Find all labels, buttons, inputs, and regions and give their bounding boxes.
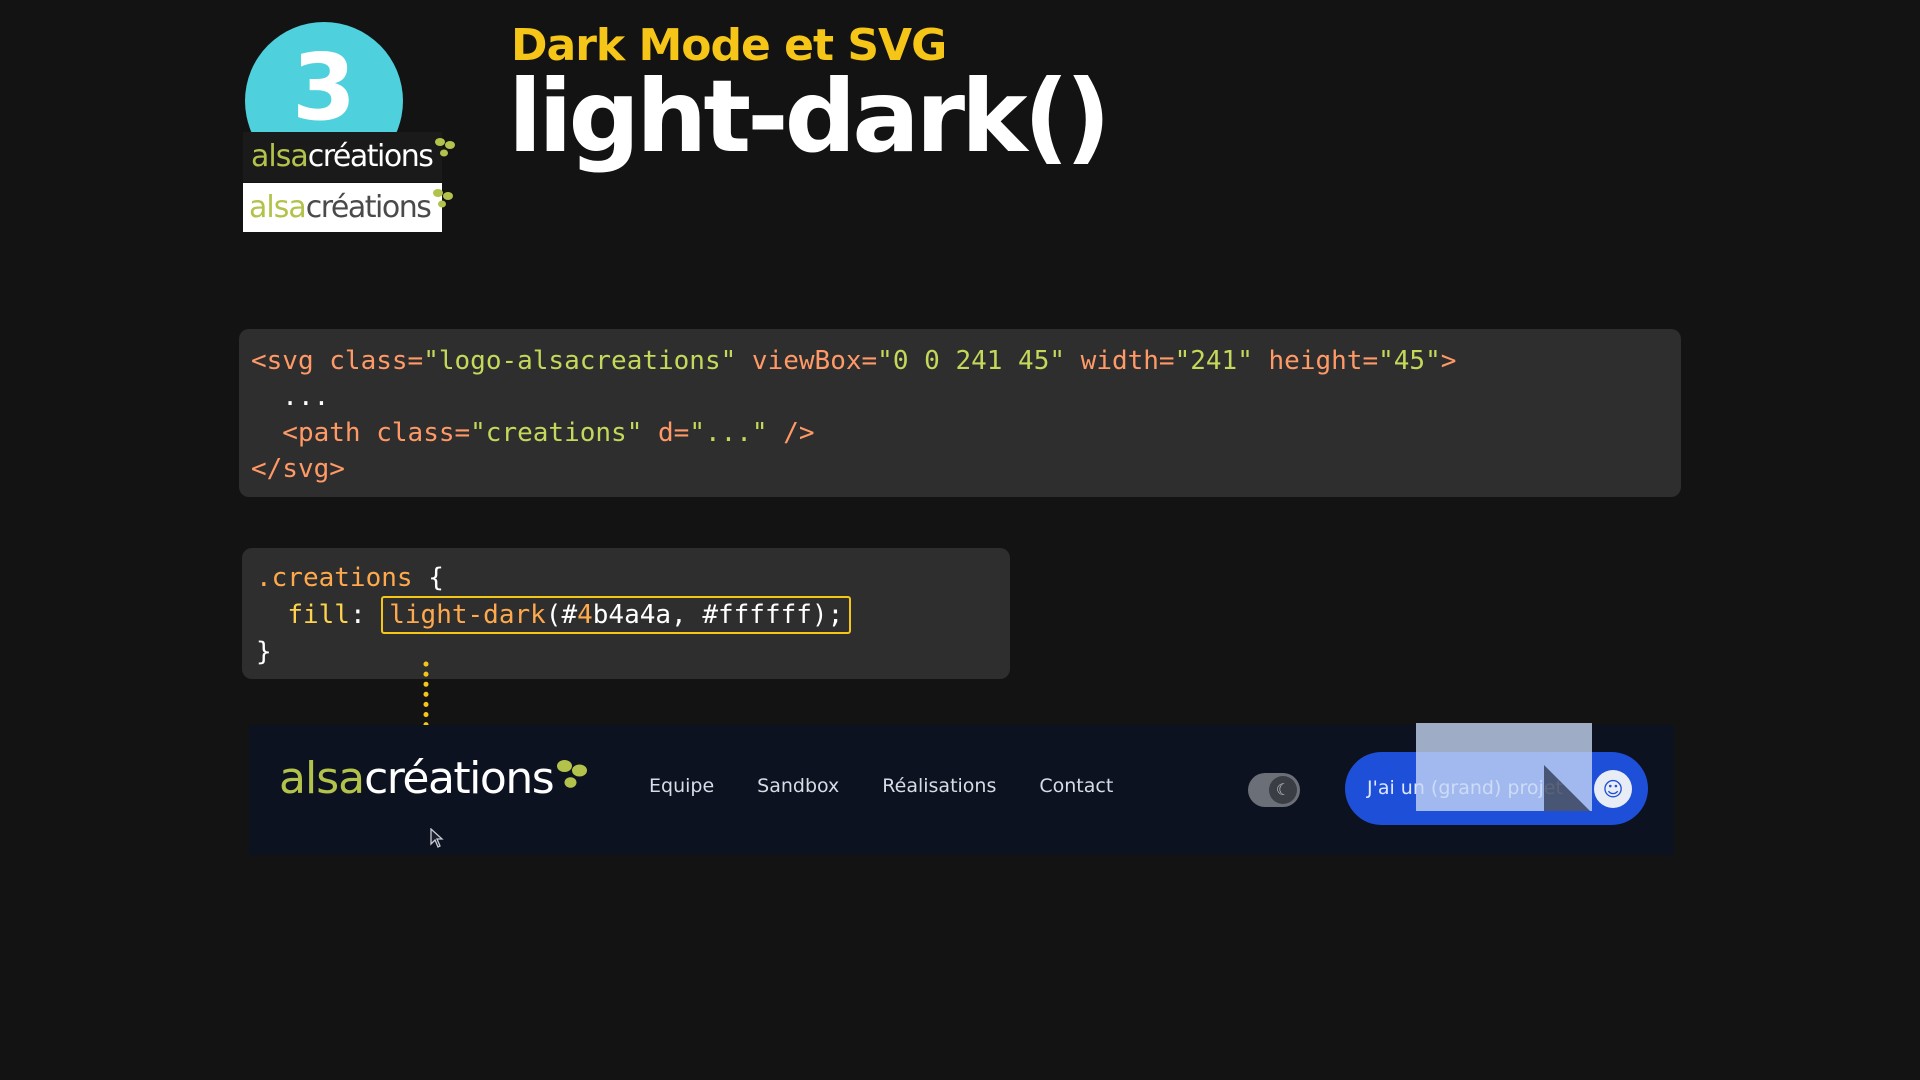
code-token: class= <box>360 418 471 448</box>
mouse-cursor-icon <box>430 828 444 848</box>
nav-item-sandbox[interactable]: Sandbox <box>757 775 839 797</box>
code-token: "logo-alsacreations" <box>423 346 737 376</box>
code-token: (# <box>545 600 578 630</box>
svg-code-block: <svg class="logo-alsacreations" viewBox=… <box>239 329 1681 497</box>
logo-creations-text: créations <box>305 190 432 225</box>
dark-mode-toggle[interactable]: ☾ <box>1248 773 1300 807</box>
code-token: height= <box>1252 346 1379 376</box>
website-header-preview: alsacréations Equipe Sandbox Réalisation… <box>249 723 1674 855</box>
code-token: 4 <box>577 600 593 630</box>
logo-creations-text: créations <box>364 753 555 804</box>
smile-icon: ☺ <box>1594 770 1632 808</box>
code-token: b4a4a, #ffffff); <box>592 600 844 630</box>
css-code-block: .creations { fill: light-dark(#4b4a4a, #… <box>242 548 1010 679</box>
code-token: } <box>256 637 272 667</box>
nav-item-contact[interactable]: Contact <box>1039 775 1113 797</box>
logo-light-variant: alsacréations <box>243 183 454 232</box>
code-token: d= <box>642 418 690 448</box>
slide-number: 3 <box>291 34 356 141</box>
code-token: <svg <box>251 346 314 376</box>
nav-item-equipe[interactable]: Equipe <box>649 775 714 797</box>
moon-icon: ☾ <box>1269 776 1297 804</box>
leaf-icon <box>433 189 454 208</box>
css-function: light-dark <box>389 600 546 630</box>
logo-alsa-text: alsa <box>251 139 309 174</box>
css-property: fill <box>287 600 350 630</box>
code-line: </svg> <box>251 454 345 484</box>
code-token: width= <box>1065 346 1175 376</box>
code-token: "45" <box>1378 346 1441 376</box>
code-token: viewBox= <box>736 346 878 376</box>
code-token: "241" <box>1174 346 1253 376</box>
code-token: /> <box>767 418 815 448</box>
logo-alsa-text: alsa <box>279 753 365 804</box>
logo-alsa-text: alsa <box>249 190 307 225</box>
code-token: "creations" <box>470 418 643 448</box>
leaf-icon <box>557 760 588 788</box>
overlay-corner <box>1544 765 1590 811</box>
logo-dark-variant: alsacréations <box>243 132 456 182</box>
code-line: ... <box>251 382 330 412</box>
site-logo[interactable]: alsacréations <box>279 753 589 804</box>
code-token: "..." <box>689 418 768 448</box>
code-token: class= <box>313 346 424 376</box>
highlighted-value: light-dark(#4b4a4a, #ffffff); <box>381 596 852 634</box>
leaf-icon <box>435 138 456 157</box>
code-token: { <box>412 563 444 593</box>
css-selector: .creations <box>256 563 413 593</box>
code-token: "0 0 241 45" <box>877 346 1066 376</box>
site-nav: Equipe Sandbox Réalisations Contact <box>649 775 1113 797</box>
logo-creations-text: créations <box>307 139 434 174</box>
slide-title: light-dark() <box>508 58 1111 175</box>
code-token: > <box>1440 346 1457 376</box>
code-token: <path <box>251 418 361 448</box>
nav-item-realisations[interactable]: Réalisations <box>882 775 996 797</box>
code-token: : <box>349 600 382 630</box>
